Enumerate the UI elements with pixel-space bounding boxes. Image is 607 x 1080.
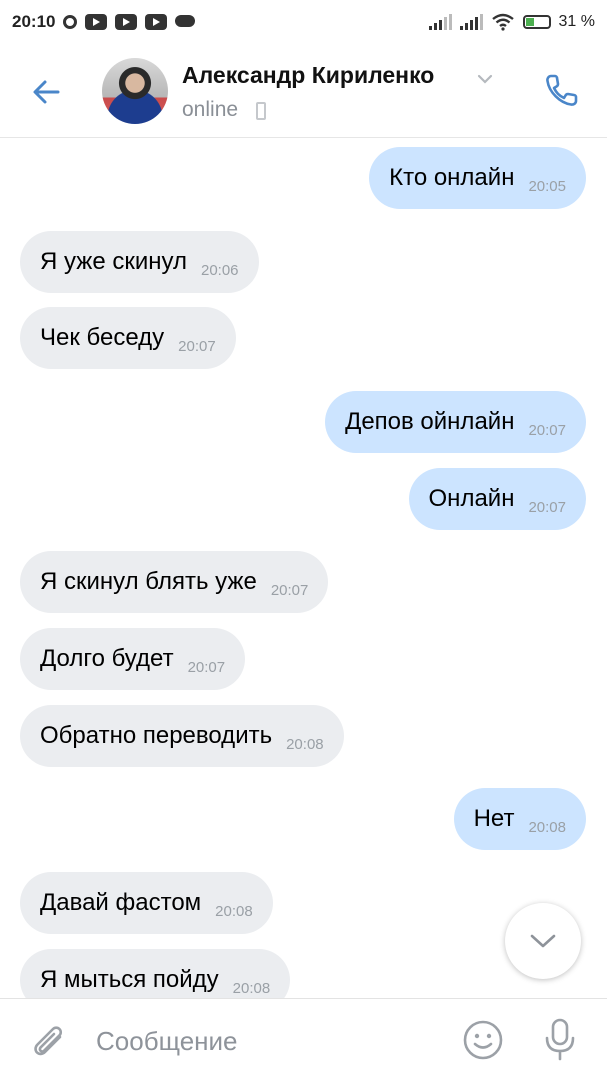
- message-row: Чек беседу 20:07: [0, 307, 607, 369]
- phone-icon[interactable]: [542, 70, 582, 110]
- message-row: Долго будет 20:07: [0, 628, 607, 690]
- message-row: Обратно переводить 20:08: [0, 705, 607, 767]
- message-time: 20:07: [270, 581, 309, 599]
- message-text: Я мыться пойду: [40, 966, 219, 993]
- status-bar-left: 20:10: [12, 12, 196, 32]
- wifi-icon: [491, 13, 514, 31]
- message-time: 20:08: [232, 979, 271, 997]
- message-text: Чек беседу: [40, 324, 165, 351]
- message-text: Я скинул блять уже: [40, 568, 257, 595]
- signal-icon: [459, 14, 483, 30]
- avatar[interactable]: [102, 58, 168, 124]
- incoming-message-bubble[interactable]: Я мыться пойду 20:08: [20, 949, 291, 998]
- chevron-down-icon[interactable]: [476, 70, 494, 88]
- message-row: Я уже скинул 20:06: [0, 231, 607, 293]
- message-composer: [0, 998, 607, 1080]
- cloud-icon: [175, 15, 196, 27]
- outgoing-message-bubble[interactable]: Онлайн 20:07: [408, 468, 586, 530]
- message-text: Я уже скинул: [40, 248, 187, 275]
- status-time: 20:10: [12, 12, 56, 31]
- incoming-message-bubble[interactable]: Я уже скинул 20:06: [20, 231, 259, 293]
- contact-name[interactable]: Александр Кириленко: [182, 62, 434, 89]
- outgoing-message-bubble[interactable]: Депов ойнлайн 20:07: [325, 391, 586, 453]
- message-text: Нет: [473, 805, 515, 832]
- message-time: 20:08: [528, 818, 566, 836]
- back-arrow-icon[interactable]: [28, 74, 64, 110]
- message-time: 20:06: [200, 261, 239, 279]
- youtube-icon: [85, 14, 108, 30]
- emoji-icon[interactable]: [462, 1019, 504, 1061]
- message-time: 20:08: [215, 902, 253, 920]
- outgoing-message-bubble[interactable]: Нет 20:08: [453, 788, 586, 850]
- status-bar-right: 31 %: [428, 13, 595, 31]
- status-bar: 20:10 31 %: [0, 0, 607, 44]
- incoming-message-bubble[interactable]: Давай фастом 20:08: [20, 872, 273, 934]
- incoming-message-bubble[interactable]: Долго будет 20:07: [20, 628, 246, 690]
- message-time: 20:07: [187, 658, 226, 676]
- message-time: 20:08: [286, 735, 324, 753]
- message-time: 20:07: [178, 337, 216, 355]
- mobile-device-icon: [256, 102, 266, 120]
- notification-icon: [63, 15, 78, 29]
- message-list[interactable]: Кто онлайн 20:05 Я уже скинул 20:06 Чек …: [0, 138, 607, 998]
- battery-icon: [522, 15, 551, 29]
- message-time: 20:07: [528, 421, 566, 439]
- message-text: Онлайн: [428, 485, 515, 512]
- youtube-icon: [115, 14, 138, 30]
- message-row: Онлайн 20:07: [0, 468, 607, 530]
- message-time: 20:05: [528, 177, 566, 195]
- message-text: Долго будет: [40, 645, 174, 672]
- signal-icon: [428, 14, 452, 30]
- chat-header: Александр Кириленко online: [0, 44, 607, 138]
- incoming-message-bubble[interactable]: Обратно переводить 20:08: [20, 705, 344, 767]
- message-row: Я скинул блять уже 20:07: [0, 551, 607, 613]
- message-row: Кто онлайн 20:05: [0, 147, 607, 209]
- message-row: Нет 20:08: [0, 788, 607, 850]
- outgoing-message-bubble[interactable]: Кто онлайн 20:05: [369, 147, 586, 209]
- message-text: Кто онлайн: [389, 164, 515, 191]
- battery-level: 31 %: [558, 13, 595, 30]
- microphone-icon[interactable]: [540, 1017, 580, 1063]
- message-input[interactable]: [96, 1019, 436, 1063]
- contact-status: online: [182, 98, 239, 121]
- message-time: 20:07: [528, 498, 566, 516]
- message-text: Обратно переводить: [40, 722, 273, 749]
- incoming-message-bubble[interactable]: Чек беседу 20:07: [20, 307, 236, 369]
- scroll-down-button[interactable]: [505, 903, 581, 979]
- message-text: Давай фастом: [40, 889, 202, 916]
- chevron-down-icon: [530, 934, 556, 948]
- message-row: Депов ойнлайн 20:07: [0, 391, 607, 453]
- incoming-message-bubble[interactable]: Я скинул блять уже 20:07: [20, 551, 329, 613]
- message-text: Депов ойнлайн: [345, 408, 515, 435]
- youtube-icon: [145, 14, 168, 30]
- paperclip-icon[interactable]: [28, 1019, 68, 1061]
